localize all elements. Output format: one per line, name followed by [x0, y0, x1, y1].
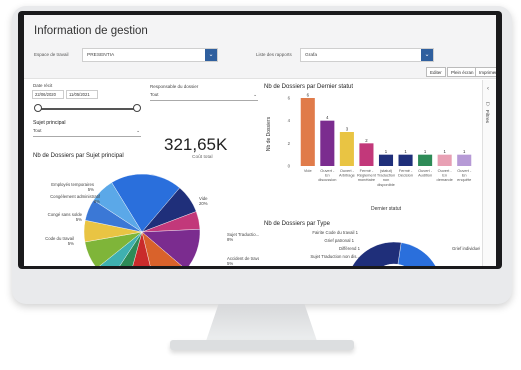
- date-label: Date récit: [33, 83, 53, 88]
- report-list-select[interactable]: Grafa ⌄: [300, 48, 434, 62]
- bar-data-label: 1: [385, 149, 388, 154]
- kpi-value: 321,65K: [164, 135, 228, 154]
- y-tick-label: 2: [288, 141, 291, 146]
- x-tick-label: Vide: [304, 168, 312, 173]
- monitor-stand-base: [170, 340, 354, 350]
- bar-data-label: 1: [404, 149, 407, 154]
- page-title: Information de gestion: [34, 25, 148, 37]
- x-tick-label: Décision: [398, 173, 413, 178]
- bar-data-label: 1: [424, 149, 427, 154]
- x-tick-label: disponible: [377, 182, 395, 187]
- filter-icon: ⛉: [486, 102, 490, 108]
- donut-chart-title: Nb de Dossiers par Type: [264, 221, 330, 227]
- x-tick-label: discussion: [318, 177, 336, 182]
- report-list-label: Liste des rapports: [256, 52, 292, 57]
- date-slider-track[interactable]: [37, 108, 137, 110]
- pie-label-value: 5%: [227, 261, 233, 266]
- sujet-value: Tout: [33, 128, 42, 133]
- y-tick-label: 4: [288, 118, 291, 123]
- y-tick-label: 6: [288, 96, 291, 101]
- date-slider-start-handle[interactable]: [34, 104, 42, 112]
- bar[interactable]: [339, 132, 354, 166]
- bar[interactable]: [320, 120, 335, 166]
- bar[interactable]: [437, 154, 452, 166]
- bar-chart-statut: Nb de Dossiers02466Vide4Ouvert -Endiscus…: [266, 93, 472, 213]
- bar[interactable]: [418, 154, 433, 166]
- bar[interactable]: [300, 98, 315, 166]
- fullscreen-button[interactable]: Plein écran: [447, 67, 478, 77]
- chevron-down-icon[interactable]: ⌄: [136, 128, 140, 134]
- x-tick-label: Audition: [418, 173, 432, 178]
- y-tick-label: 0: [288, 164, 291, 169]
- donut-label: Différend 1: [339, 246, 361, 251]
- donut-label: Grief individuel: [452, 246, 480, 251]
- pie-label-value: 8%: [227, 237, 233, 242]
- sujet-label: Sujet principal: [33, 120, 66, 126]
- responsable-label: Responsable du dossier: [150, 84, 199, 89]
- bar-data-label: 2: [365, 138, 368, 143]
- y-axis-label: Nb de Dossiers: [266, 116, 272, 151]
- filters-panel-label: Filtres: [484, 110, 489, 124]
- bar-data-label: 4: [326, 115, 329, 120]
- chevron-down-icon[interactable]: ⌄: [253, 92, 257, 98]
- sujet-dropdown[interactable]: Tout ⌄: [33, 128, 141, 137]
- pie-label-value: 8%: [94, 199, 100, 204]
- bar-data-label: 6: [307, 93, 310, 98]
- workspace-value: PRESENTIA: [87, 53, 115, 58]
- chevron-down-icon[interactable]: ⌄: [421, 49, 433, 61]
- pie-slice[interactable]: [397, 242, 442, 266]
- bar[interactable]: [378, 154, 394, 166]
- pie-chart-title: Nb de Dossiers par Sujet principal: [33, 153, 124, 159]
- stage: Information de gestion Espace de travail…: [0, 0, 521, 370]
- pie-chart-sujet: Employés temporaires5%Congélement admini…: [45, 173, 259, 266]
- x-tick-label: enquête: [457, 177, 471, 182]
- donut-chart-type: Fairite Code du travail 1 Grief patronal …: [310, 230, 480, 266]
- pie-label-value: 5%: [68, 241, 74, 246]
- pie-label-value: 20%: [199, 201, 208, 206]
- report-header: Information de gestion Espace de travail…: [24, 15, 496, 79]
- date-slider-end-handle[interactable]: [133, 104, 141, 112]
- filters-panel[interactable]: ‹ ⛉ Filtres: [482, 80, 496, 266]
- donut-label: Sujet Traduction non dis...: [310, 254, 360, 259]
- workspace-select[interactable]: PRESENTIA ⌄: [82, 48, 218, 62]
- bar[interactable]: [359, 143, 374, 166]
- donut-label: Grief patronal 1: [324, 238, 354, 243]
- pie-label-value: 5%: [76, 217, 82, 222]
- report-body: Date récit 22/06/2020 11/05/2021 Respons…: [24, 80, 496, 266]
- bar-data-label: 1: [463, 149, 466, 154]
- print-button[interactable]: Imprimer: [475, 67, 496, 77]
- donut-label: Fairite Code du travail 1: [312, 230, 358, 235]
- pie-label-value: 5%: [88, 187, 94, 192]
- chevron-down-icon[interactable]: ⌄: [205, 49, 217, 61]
- bar[interactable]: [457, 154, 472, 166]
- bar-data-label: 1: [443, 149, 446, 154]
- responsable-value: Tout: [150, 92, 159, 97]
- x-tick-label: Arbitrage: [339, 173, 355, 178]
- edit-button[interactable]: Editer: [426, 67, 446, 77]
- bar-data-label: 3: [346, 127, 349, 132]
- workspace-label: Espace de travail: [34, 52, 69, 57]
- monitor-stand-neck: [205, 304, 318, 344]
- date-to-input[interactable]: 11/05/2021: [66, 90, 98, 99]
- bar[interactable]: [398, 154, 413, 166]
- x-axis-label: Dernier statut: [371, 206, 402, 212]
- x-tick-label: demande: [437, 177, 453, 182]
- responsable-dropdown[interactable]: Tout ⌄: [150, 92, 258, 101]
- screen: Information de gestion Espace de travail…: [24, 15, 496, 266]
- chevron-left-icon[interactable]: ‹: [487, 86, 489, 92]
- x-tick-label: monétaire: [358, 177, 375, 182]
- report-list-value: Grafa: [305, 53, 317, 58]
- date-from-input[interactable]: 22/06/2020: [32, 90, 64, 99]
